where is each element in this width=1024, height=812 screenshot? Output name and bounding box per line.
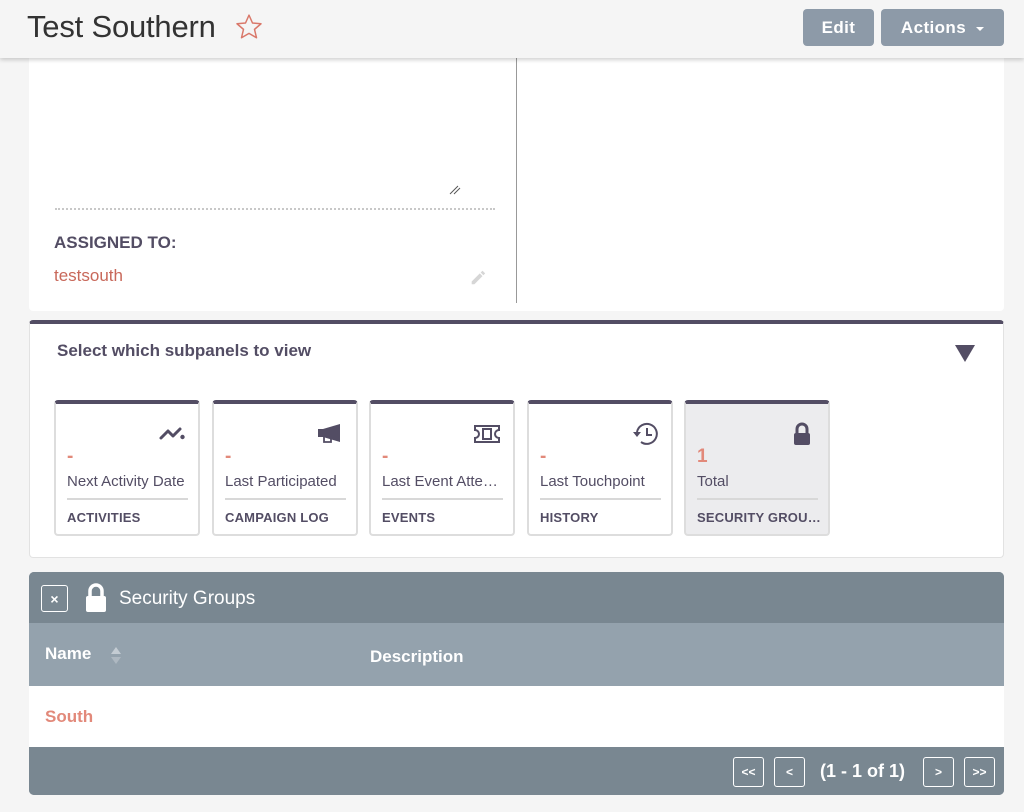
assigned-to-label: ASSIGNED TO:	[54, 233, 177, 252]
tile-divider	[67, 498, 188, 500]
tile-name: SECURITY GROUPS	[697, 510, 821, 525]
tile-subtitle: Last Event Attended	[382, 473, 506, 490]
actions-dropdown-button[interactable]: Actions	[881, 9, 1004, 46]
subpanel-tile-security-groups[interactable]: 1 Total SECURITY GROUPS	[684, 400, 830, 536]
pagination-info: (1 - 1 of 1)	[820, 761, 906, 781]
subpanel-tile-events[interactable]: - Last Event Attended EVENTS	[369, 400, 515, 536]
first-page-button[interactable]: <<	[733, 757, 764, 787]
assigned-to-link[interactable]: testsouth	[54, 266, 123, 286]
tile-divider	[382, 498, 503, 500]
security-group-link[interactable]: South	[45, 707, 93, 727]
pencil-icon[interactable]	[469, 268, 487, 286]
history-clock-icon	[633, 422, 658, 445]
table-header: Name Description	[29, 623, 1004, 686]
column-header-description: Description	[370, 647, 464, 666]
tile-value: 1	[697, 446, 708, 467]
tile-divider	[540, 498, 661, 500]
tile-name: CAMPAIGN LOG	[225, 510, 329, 525]
resize-handle-icon[interactable]	[449, 185, 461, 195]
tile-subtitle: Total	[697, 473, 729, 490]
detail-panel: ASSIGNED TO: testsouth	[29, 58, 1004, 311]
subpanel-tile-activities[interactable]: - Next Activity Date ACTIVITIES	[54, 400, 200, 536]
activity-chart-icon	[159, 427, 185, 440]
tile-subtitle: Last Touchpoint	[540, 473, 645, 490]
record-header: Test Southern Edit Actions	[0, 0, 1024, 58]
tile-name: ACTIVITIES	[67, 510, 141, 525]
tile-divider	[225, 498, 346, 500]
edit-button-label: Edit	[821, 17, 856, 37]
previous-page-button[interactable]: <	[774, 757, 805, 787]
triangle-down-icon[interactable]	[955, 345, 975, 362]
pagination-bar: << < (1 - 1 of 1) > >>	[29, 747, 1004, 795]
sort-icon[interactable]	[110, 645, 122, 667]
subpanel-selector: Select which subpanels to view - Next Ac…	[29, 320, 1004, 558]
field-separator	[55, 208, 495, 210]
lock-icon	[86, 583, 106, 612]
tile-value: -	[382, 446, 389, 467]
tile-subtitle: Next Activity Date	[67, 473, 185, 490]
security-groups-subpanel: × Security Groups Name Description South…	[29, 572, 1004, 795]
subpanel-selector-heading: Select which subpanels to view	[57, 341, 312, 360]
record-title: Test Southern	[27, 9, 216, 44]
tile-name: HISTORY	[540, 510, 599, 525]
subpanel-title: Security Groups	[119, 588, 256, 609]
star-outline-icon[interactable]	[234, 12, 264, 42]
table-row: South	[29, 686, 1004, 747]
close-subpanel-button[interactable]: ×	[41, 585, 68, 612]
ticket-icon	[474, 425, 500, 443]
column-divider	[516, 58, 517, 303]
close-icon: ×	[50, 590, 59, 607]
tile-value: -	[67, 446, 74, 467]
megaphone-icon	[318, 424, 340, 443]
edit-button[interactable]: Edit	[803, 9, 874, 46]
next-page-button[interactable]: >	[923, 757, 954, 787]
caret-down-icon	[976, 26, 985, 31]
subpanel-tile-campaign-log[interactable]: - Last Participated CAMPAIGN LOG	[212, 400, 358, 536]
last-page-button[interactable]: >>	[964, 757, 995, 787]
tile-value: -	[540, 446, 547, 467]
actions-button-label: Actions	[900, 17, 967, 37]
tile-name: EVENTS	[382, 510, 436, 525]
lock-icon	[794, 422, 810, 445]
column-header-name[interactable]: Name	[45, 644, 91, 664]
tile-divider	[697, 498, 818, 500]
tile-value: -	[225, 446, 232, 467]
tile-subtitle: Last Participated	[225, 473, 337, 490]
subpanel-header: × Security Groups	[29, 572, 1004, 623]
subpanel-tile-history[interactable]: - Last Touchpoint HISTORY	[527, 400, 673, 536]
